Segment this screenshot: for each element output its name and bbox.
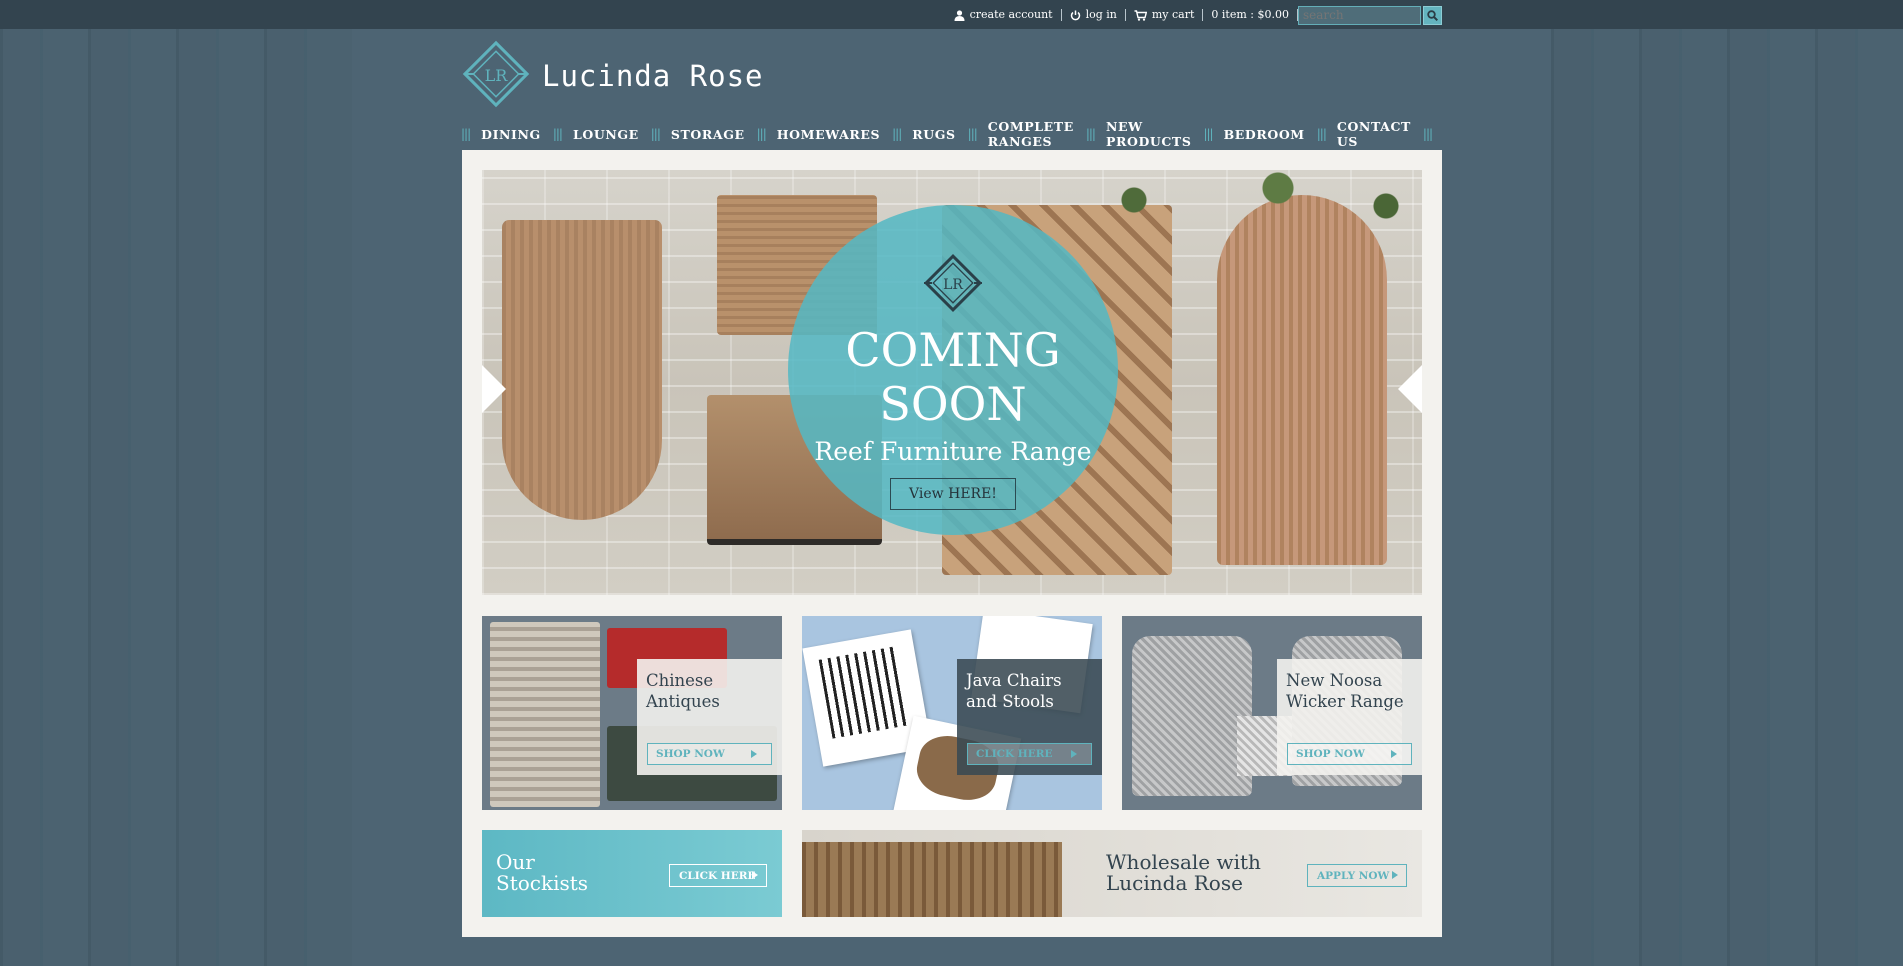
my-cart-label: my cart bbox=[1151, 8, 1195, 21]
log-in-label: log in bbox=[1085, 8, 1117, 21]
main-content-panel: LR COMING SOON Reef Furniture Range View… bbox=[462, 150, 1442, 937]
wholesale-banner[interactable]: Wholesale with Lucinda Rose APPLY NOW bbox=[802, 830, 1422, 917]
hero-title: COMING SOON bbox=[845, 323, 1060, 431]
stockists-title-line1: Our bbox=[496, 850, 535, 874]
cart-summary[interactable]: 0 item : $0.00 bbox=[1203, 9, 1298, 21]
nav-divider: ||| bbox=[1085, 127, 1096, 141]
apply-now-button[interactable]: APPLY NOW bbox=[1307, 864, 1407, 887]
apply-now-label: APPLY NOW bbox=[1317, 869, 1390, 882]
nav-divider: ||| bbox=[892, 127, 902, 141]
tile-caption: Java Chairs and Stools CLICK HERE bbox=[957, 659, 1102, 775]
wholesale-title-line1: Wholesale with bbox=[1106, 850, 1261, 874]
stockists-title: Our Stockists bbox=[496, 852, 588, 894]
search-button[interactable] bbox=[1423, 5, 1442, 25]
tile-title-line2: Antiques bbox=[646, 692, 720, 711]
hero-title-line1: COMING bbox=[845, 323, 1061, 377]
main-navigation: ||| DINING ||| LOUNGE ||| STORAGE ||| HO… bbox=[461, 119, 1433, 149]
power-icon bbox=[1070, 10, 1081, 21]
my-cart-link[interactable]: my cart bbox=[1126, 9, 1204, 21]
shop-now-button[interactable]: SHOP NOW bbox=[647, 743, 772, 765]
nav-divider: ||| bbox=[461, 127, 471, 141]
nav-item-bedroom[interactable]: BEDROOM bbox=[1224, 127, 1317, 142]
tile-caption: Chinese Antiques SHOP NOW bbox=[637, 659, 782, 775]
wholesale-title: Wholesale with Lucinda Rose bbox=[1106, 852, 1261, 894]
hero-slider[interactable]: LR COMING SOON Reef Furniture Range View… bbox=[482, 170, 1422, 595]
nav-item-dining[interactable]: DINING bbox=[481, 127, 553, 142]
wholesale-sideboard-image bbox=[802, 842, 1062, 917]
shop-now-label: SHOP NOW bbox=[656, 748, 725, 760]
nav-divider: ||| bbox=[756, 127, 767, 141]
nav-item-new-products[interactable]: NEW PRODUCTS bbox=[1106, 119, 1204, 149]
nav-divider: ||| bbox=[1316, 127, 1327, 141]
arched-wardrobe-image bbox=[1217, 195, 1387, 565]
svg-text:LR: LR bbox=[943, 277, 963, 293]
tile-title: New Noosa Wicker Range bbox=[1286, 670, 1413, 712]
nav-item-rugs[interactable]: RUGS bbox=[912, 127, 967, 142]
view-here-button[interactable]: View HERE! bbox=[890, 478, 1016, 510]
tile-title: Chinese Antiques bbox=[646, 670, 773, 712]
play-arrow-icon bbox=[751, 750, 757, 758]
click-here-label: CLICK HERE bbox=[976, 748, 1053, 760]
cart-summary-label: 0 item : $0.00 bbox=[1211, 8, 1289, 21]
foliage-image bbox=[1062, 170, 1422, 230]
slider-next-arrow[interactable] bbox=[1398, 365, 1422, 413]
nav-item-lounge[interactable]: LOUNGE bbox=[573, 127, 651, 142]
shop-now-button[interactable]: SHOP NOW bbox=[1287, 743, 1412, 765]
nav-item-storage[interactable]: STORAGE bbox=[671, 127, 757, 142]
antique-cabinet-image bbox=[490, 622, 600, 807]
nav-divider: ||| bbox=[1203, 127, 1213, 141]
stockists-button-label: CLICK HERE bbox=[679, 869, 756, 882]
nav-divider: ||| bbox=[967, 127, 978, 141]
stockists-click-here-button[interactable]: CLICK HERE bbox=[669, 864, 767, 887]
stockists-title-line2: Stockists bbox=[496, 871, 589, 895]
lr-monogram-icon: LR bbox=[462, 40, 530, 112]
lr-monogram-icon: LR bbox=[920, 250, 986, 320]
tile-java-chairs[interactable]: Java Chairs and Stools CLICK HERE bbox=[802, 616, 1102, 810]
search-icon bbox=[1427, 9, 1438, 21]
tile-caption: New Noosa Wicker Range SHOP NOW bbox=[1277, 659, 1422, 775]
nav-divider: ||| bbox=[552, 127, 563, 141]
background-texture-left bbox=[0, 28, 352, 966]
play-arrow-icon bbox=[1071, 750, 1077, 758]
tile-title-line2: and Stools bbox=[966, 692, 1054, 711]
tile-title: Java Chairs and Stools bbox=[966, 670, 1093, 712]
shop-now-label: SHOP NOW bbox=[1296, 748, 1365, 760]
click-here-button[interactable]: CLICK HERE bbox=[967, 743, 1092, 765]
log-in-link[interactable]: log in bbox=[1062, 9, 1126, 21]
site-logo[interactable]: LR Lucinda Rose bbox=[462, 40, 764, 112]
wholesale-title-line2: Lucinda Rose bbox=[1106, 871, 1243, 895]
nav-item-homewares[interactable]: HOMEWARES bbox=[777, 127, 892, 142]
nav-item-complete-ranges[interactable]: COMPLETE RANGES bbox=[988, 119, 1086, 149]
tile-title-line1: Java Chairs bbox=[966, 671, 1062, 690]
nav-item-contact-us[interactable]: CONTACT US bbox=[1337, 119, 1423, 149]
user-icon bbox=[954, 9, 965, 21]
brand-name: Lucinda Rose bbox=[542, 59, 764, 93]
cane-cabinet-image bbox=[502, 220, 662, 520]
create-account-link[interactable]: create account bbox=[946, 9, 1062, 21]
tile-title-line2: Wicker Range bbox=[1286, 692, 1404, 711]
top-utility-bar: create account log in my cart 0 item : $… bbox=[0, 0, 1903, 29]
play-arrow-icon bbox=[1391, 750, 1397, 758]
slider-prev-arrow[interactable] bbox=[482, 365, 506, 413]
play-arrow-icon bbox=[752, 871, 758, 879]
hero-title-line2: SOON bbox=[879, 377, 1027, 431]
nav-divider: ||| bbox=[1422, 127, 1433, 141]
cart-icon bbox=[1134, 9, 1147, 21]
tile-chinese-antiques[interactable]: Chinese Antiques SHOP NOW bbox=[482, 616, 782, 810]
tile-noosa-wicker[interactable]: New Noosa Wicker Range SHOP NOW bbox=[1122, 616, 1422, 810]
background-texture-right bbox=[1551, 28, 1903, 966]
svg-text:LR: LR bbox=[485, 66, 509, 85]
play-arrow-icon bbox=[1392, 871, 1398, 879]
utility-links: create account log in my cart 0 item : $… bbox=[946, 5, 1442, 25]
search-input[interactable] bbox=[1298, 5, 1421, 25]
tile-title-line1: New Noosa bbox=[1286, 671, 1383, 690]
create-account-label: create account bbox=[969, 8, 1053, 21]
hero-subtitle: Reef Furniture Range bbox=[814, 437, 1092, 466]
coming-soon-overlay: LR COMING SOON Reef Furniture Range View… bbox=[788, 205, 1118, 535]
tile-title-line1: Chinese bbox=[646, 671, 714, 690]
nav-divider: ||| bbox=[650, 127, 661, 141]
stockists-banner[interactable]: Our Stockists CLICK HERE bbox=[482, 830, 782, 917]
wicker-armchair-image bbox=[1132, 636, 1252, 796]
